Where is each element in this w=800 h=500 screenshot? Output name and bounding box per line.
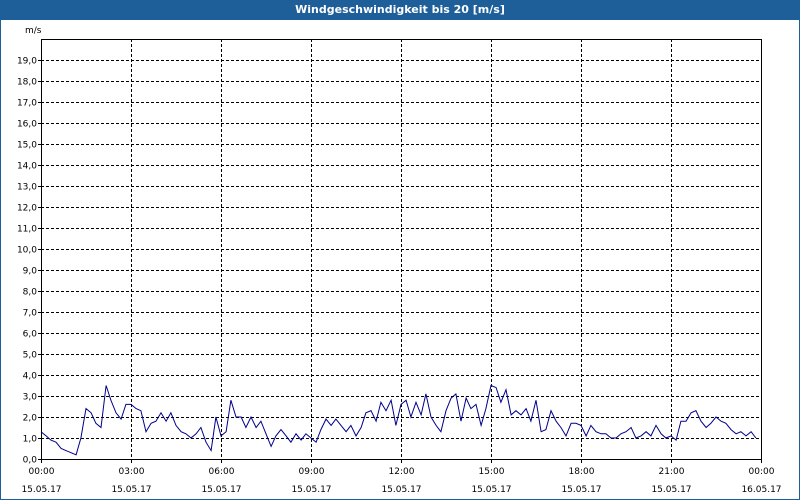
series-layer	[40, 384, 757, 456]
chart-title: Windgeschwindigkeit bis 20 [m/s]	[0, 0, 800, 20]
y-tick-label: 13,0	[17, 183, 37, 193]
x-tick-time: 00:00	[749, 467, 775, 477]
y-tick-label: 0,0	[23, 456, 38, 466]
x-tick-date: 15.05.17	[201, 485, 241, 495]
y-tick-label: 12,0	[17, 204, 37, 214]
wind-speed-line	[40, 384, 757, 456]
x-tick-date: 15.05.17	[111, 485, 151, 495]
y-tick-label: 11,0	[17, 225, 37, 235]
x-tick-date: 15.05.17	[471, 485, 511, 495]
y-tick-label: 8,0	[23, 288, 38, 298]
x-tick-time: 12:00	[389, 467, 415, 477]
x-tick-time: 06:00	[209, 467, 235, 477]
x-tick-time: 09:00	[299, 467, 325, 477]
y-tick-label: 1,0	[23, 435, 38, 445]
y-tick-label: 9,0	[23, 267, 38, 277]
wind-speed-chart: m/s 0,0 1,0 2,0 3,0 4,0 5,0 6,0 7,0 8,0 9,0 10,0 11…	[17, 26, 782, 495]
x-tick-date: 16.05.17	[741, 485, 781, 495]
axis-layer	[38, 39, 762, 463]
y-tick-label: 15,0	[17, 141, 37, 151]
x-tick-date: 15.05.17	[651, 485, 691, 495]
y-tick-label: 18,0	[17, 78, 37, 88]
x-tick-time: 15:00	[479, 467, 505, 477]
y-tick-label: 4,0	[23, 372, 38, 382]
y-tick-label: 16,0	[17, 120, 37, 130]
y-tick-label: 7,0	[23, 309, 38, 319]
y-tick-label: 10,0	[17, 246, 37, 256]
y-tick-label: 19,0	[17, 57, 37, 67]
x-tick-date: 15.05.17	[21, 485, 61, 495]
x-tick-date: 15.05.17	[381, 485, 421, 495]
x-tick-time: 00:00	[29, 467, 55, 477]
x-tick-time: 18:00	[569, 467, 595, 477]
x-tick-date: 15.05.17	[291, 485, 331, 495]
x-tick-date: 15.05.17	[561, 485, 601, 495]
y-tick-label: 5,0	[23, 351, 38, 361]
x-tick-labels: 00:00 15.05.17 03:00 15.05.17 06:00 15.05.17 0…	[21, 467, 781, 495]
y-tick-label: 3,0	[23, 393, 38, 403]
y-tick-label: 6,0	[23, 330, 38, 340]
grid-layer	[41, 39, 761, 459]
chart-area: m/s 0,0 1,0 2,0 3,0 4,0 5,0 6,0 7,0 8,0 9,0 10,0 11…	[0, 20, 800, 500]
y-tick-labels: 0,0 1,0 2,0 3,0 4,0 5,0 6,0 7,0 8,0 9,0 10,0 11,0 12…	[17, 57, 37, 466]
x-tick-time: 03:00	[119, 467, 145, 477]
y-tick-label: 2,0	[23, 414, 38, 424]
y-tick-label: 17,0	[17, 99, 37, 109]
y-axis-label: m/s	[25, 26, 42, 36]
y-tick-label: 14,0	[17, 162, 37, 172]
x-tick-time: 21:00	[659, 467, 685, 477]
